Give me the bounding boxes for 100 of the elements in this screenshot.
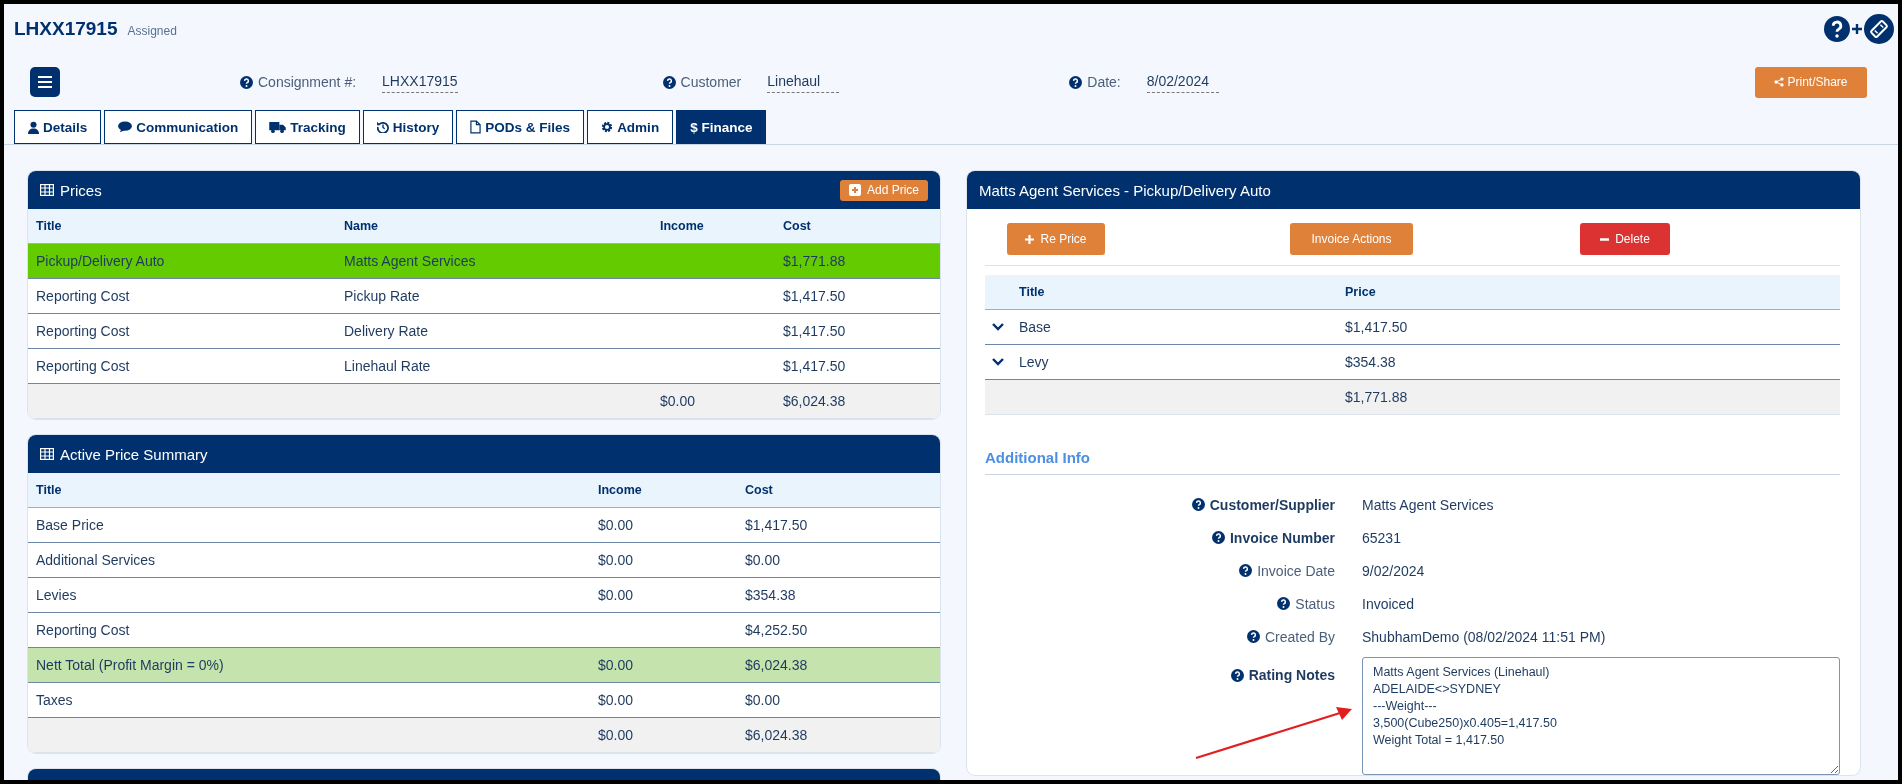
plus-icon (1025, 234, 1035, 244)
speech-bubble-icon (118, 121, 133, 133)
menu-button[interactable] (30, 67, 60, 97)
help-icon[interactable] (1211, 531, 1225, 544)
table-cell-text: $1,771.88 (783, 253, 847, 269)
table-cell-text: Additional Services (36, 552, 157, 568)
field-label: Customer (680, 74, 742, 90)
info-label: Created By (1264, 628, 1335, 645)
price-row[interactable]: Reporting Cost Delivery Rate $1,417.50 (28, 314, 940, 349)
table-cell-text: $6,024.38 (745, 657, 809, 673)
info-label: Invoice Date (1257, 562, 1335, 579)
status-text: Assigned (127, 24, 177, 38)
tab[interactable]: Tracking (255, 110, 360, 144)
table-cell-text: $0.00 (598, 657, 635, 673)
help-icon[interactable] (1246, 630, 1260, 643)
panel-title: Matts Agent Services - Pickup/Delivery Auto (979, 181, 1271, 199)
help-icon[interactable] (1069, 75, 1083, 89)
table-cell-text: Delivery Rate (344, 323, 430, 339)
chevron-down-icon[interactable] (992, 358, 1004, 366)
help-icon[interactable] (1230, 668, 1244, 682)
section-title: Additional Info (985, 449, 1840, 475)
table-icon (40, 184, 54, 196)
consignment-title: LHXX17915 (14, 18, 118, 40)
column-header: Price (1345, 285, 1377, 299)
table-icon (40, 448, 54, 460)
table-cell-text: $0.00 (598, 552, 635, 568)
table-cell-text: Reporting Cost (36, 288, 131, 304)
help-icon[interactable] (1239, 564, 1253, 577)
column-header: Cost (745, 483, 774, 497)
table-cell-text: Reporting Cost (36, 323, 131, 339)
info-label: Status (1295, 595, 1335, 612)
history-icon (376, 121, 389, 133)
table-cell-text: $0.00 (598, 587, 635, 603)
table-cell-text: $6,024.38 (745, 727, 809, 743)
tab[interactable]: History (362, 110, 454, 144)
table-cell-text: Taxes (36, 692, 74, 708)
panel-title: Prices (60, 181, 102, 199)
info-value: Invoiced (1362, 595, 1416, 612)
table-cell-text: $1,417.50 (745, 517, 809, 533)
field-value[interactable]: LHXX17915 (382, 71, 458, 93)
column-header: Income (598, 483, 643, 497)
help-icon[interactable] (1277, 597, 1291, 610)
help-icon[interactable] (662, 75, 676, 89)
table-cell-text: $1,417.50 (783, 288, 847, 304)
panel-title: Active Price Summary (60, 445, 208, 463)
gear-icon (601, 121, 614, 133)
table-cell-text: Levy (1019, 354, 1050, 370)
table-cell-text: $4,252.50 (745, 622, 809, 638)
plus-square-icon (848, 184, 861, 196)
help-icon[interactable] (240, 75, 253, 89)
table-cell-text: Levies (36, 587, 78, 603)
table-cell-text: $0.00 (745, 692, 782, 708)
rating-notes-field[interactable]: Matts Agent Services (Linehaul) ADELAIDE<>SYDNEY ---Weight--- 3,500(Cube250)x0.405=1,417.50 Weight Total = 1,417.50 (1362, 657, 1840, 775)
tab[interactable]: Communication (104, 110, 253, 144)
table-cell-text: Pickup Rate (344, 288, 421, 304)
field-value[interactable]: 8/02/2024 (1146, 71, 1219, 93)
column-header: Income (660, 219, 705, 233)
table-cell-text: Linehaul Rate (344, 358, 432, 374)
column-header: Title (1019, 285, 1046, 299)
plus-icon[interactable] (1852, 24, 1862, 34)
tab[interactable]: $ Finance (676, 110, 767, 144)
table-cell-text: $1,771.88 (1345, 389, 1409, 405)
share-icon (1774, 77, 1785, 87)
field-value[interactable]: Linehaul (767, 71, 840, 93)
help-icon[interactable] (1191, 498, 1205, 511)
table-cell-text: Base (1019, 319, 1052, 335)
info-value: Matts Agent Services (1362, 496, 1495, 513)
table-cell-text: $0.00 (598, 692, 635, 708)
action-button[interactable]: Delete (1580, 223, 1670, 255)
table-cell-text: $0.00 (598, 727, 635, 743)
help-icon[interactable] (1824, 16, 1850, 42)
table-cell-text: $1,417.50 (1345, 319, 1409, 335)
table-cell-text: $0.00 (660, 393, 697, 409)
column-header: Name (344, 219, 380, 233)
price-row[interactable]: Pickup/Delivery Auto Matts Agent Services $1,771.88 (28, 244, 940, 279)
user-icon (28, 120, 39, 134)
column-header: Title (36, 219, 63, 233)
info-label: Invoice Number (1229, 529, 1335, 546)
table-cell-text: Reporting Cost (36, 622, 131, 638)
table-cell-text: Matts Agent Services (344, 253, 477, 269)
table-cell-text: $354.38 (1345, 354, 1397, 370)
tab[interactable]: PODs & Files (456, 110, 585, 144)
tab[interactable]: Details (14, 110, 102, 144)
field-label: Consignment #: (258, 74, 357, 90)
info-value: 65231 (1362, 529, 1402, 546)
info-value: ShubhamDemo (08/02/2024 11:51 PM) (1362, 628, 1607, 645)
chevron-down-icon[interactable] (992, 323, 1004, 331)
table-cell-text: Reporting Cost (36, 358, 131, 374)
price-row[interactable]: Reporting Cost Pickup Rate $1,417.50 (28, 279, 940, 314)
tab[interactable]: Admin (587, 110, 674, 144)
info-label: Customer/Supplier (1209, 496, 1335, 513)
table-cell-text: $6,024.38 (783, 393, 847, 409)
table-cell-text: Pickup/Delivery Auto (36, 253, 166, 269)
table-cell-text: $0.00 (745, 552, 782, 568)
column-header: Title (36, 483, 63, 497)
table-cell-text: $1,417.50 (783, 358, 847, 374)
table-cell-text: $0.00 (598, 517, 635, 533)
ticket-icon[interactable] (1864, 14, 1894, 44)
table-cell-text: Nett Total (Profit Margin = 0%) (36, 657, 225, 673)
file-icon (470, 120, 482, 134)
